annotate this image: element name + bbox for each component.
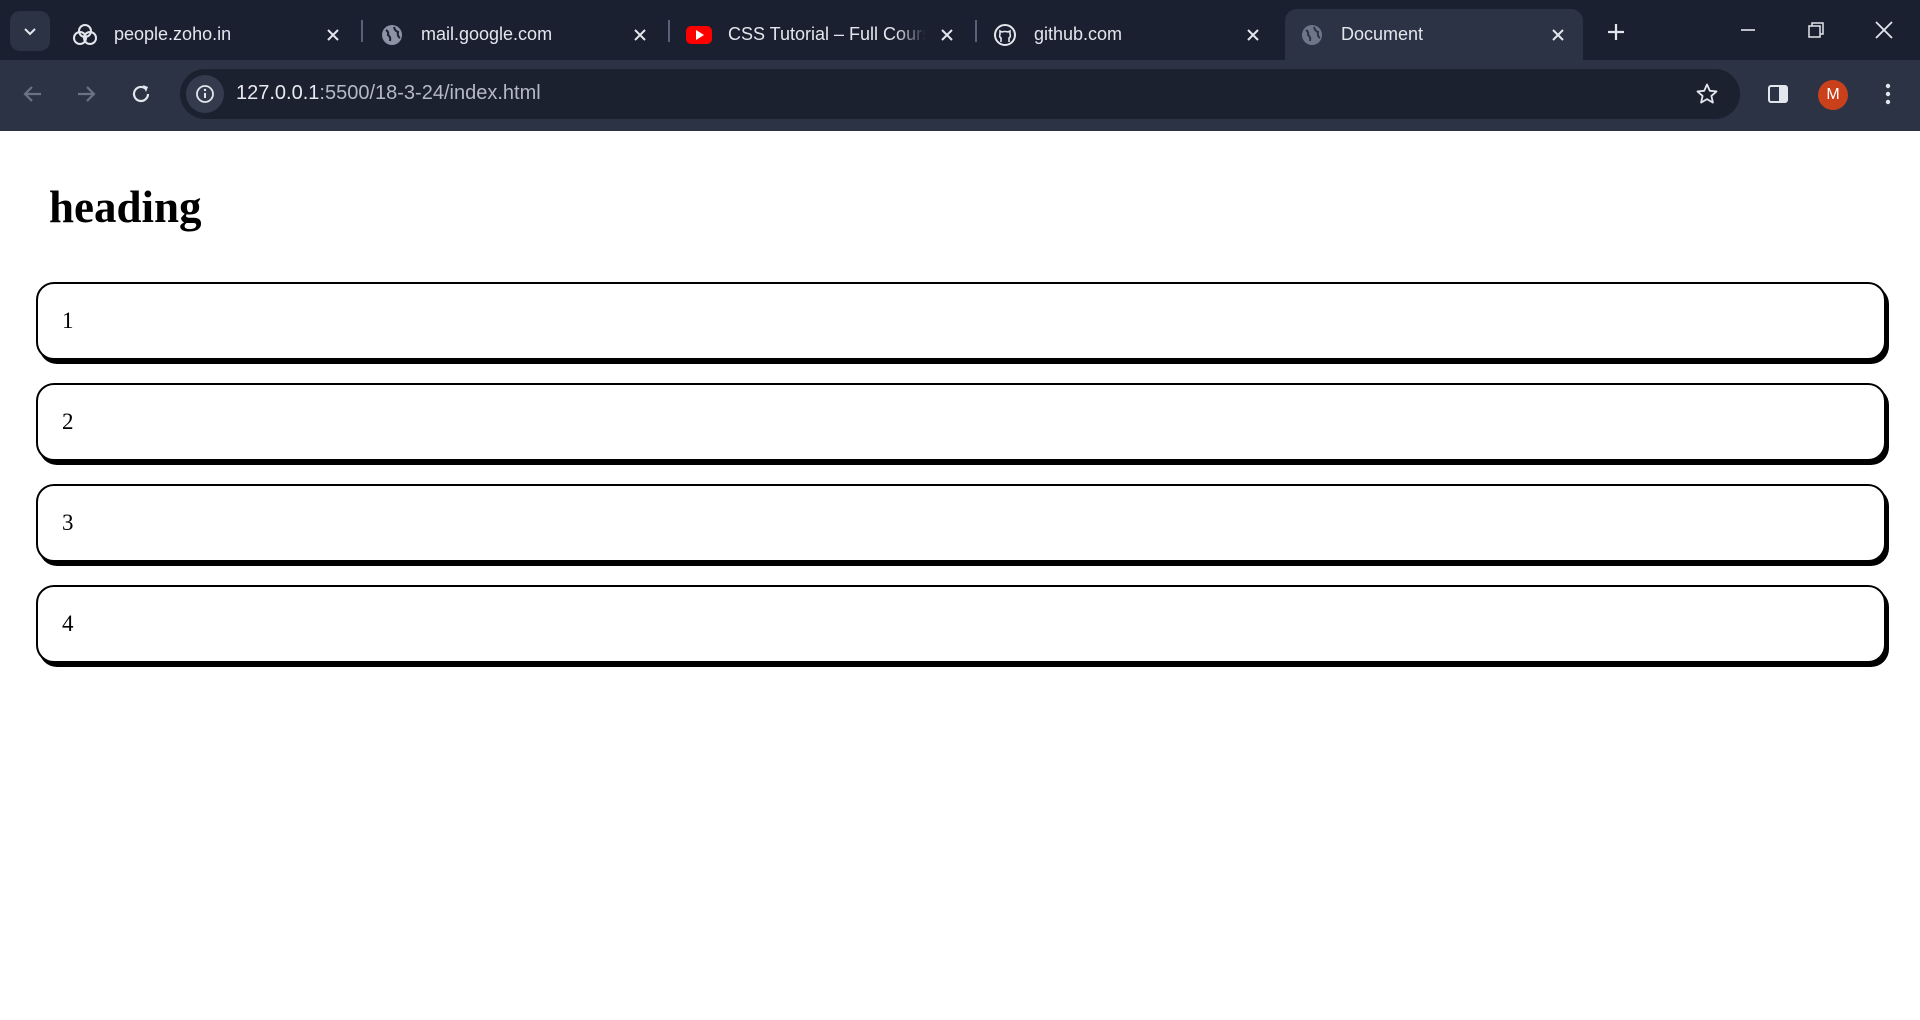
forward-arrow-icon xyxy=(78,86,96,102)
tab-title: people.zoho.in xyxy=(114,24,232,44)
back-button[interactable] xyxy=(13,74,53,114)
reload-icon xyxy=(132,85,150,103)
url-host: 127.0.0.1 xyxy=(236,82,320,104)
site-info-button[interactable] xyxy=(186,75,224,113)
close-icon[interactable] xyxy=(629,24,651,46)
close-icon xyxy=(1875,21,1893,39)
card-label: 1 xyxy=(62,308,74,333)
card-label: 2 xyxy=(62,409,74,434)
card-item: 4 xyxy=(36,585,1886,663)
new-tab-button[interactable] xyxy=(1598,14,1634,50)
minimize-icon xyxy=(1741,29,1755,31)
chevron-down-icon xyxy=(24,28,36,36)
card-label: 4 xyxy=(62,611,74,636)
restore-icon xyxy=(1808,22,1824,38)
star-icon xyxy=(1696,83,1718,104)
youtube-icon xyxy=(686,22,712,48)
close-icon[interactable] xyxy=(1547,24,1569,46)
tab-github[interactable]: github.com xyxy=(978,9,1278,60)
tab-separator xyxy=(361,20,363,42)
restore-button[interactable] xyxy=(1793,10,1839,50)
forward-button[interactable] xyxy=(66,74,106,114)
address-bar[interactable]: 127.0.0.1:5500/18-3-24/index.html xyxy=(180,69,1740,119)
minimize-button[interactable] xyxy=(1725,10,1771,50)
close-window-button[interactable] xyxy=(1861,10,1907,50)
info-icon xyxy=(196,85,214,103)
card-item: 3 xyxy=(36,484,1886,562)
tab-search-button[interactable] xyxy=(10,11,50,51)
github-icon xyxy=(992,22,1018,48)
tab-people-zoho[interactable]: people.zoho.in xyxy=(58,9,358,60)
tab-separator xyxy=(975,20,977,42)
bookmark-button[interactable] xyxy=(1688,75,1726,113)
tab-title: Document xyxy=(1341,24,1424,44)
zoho-icon xyxy=(72,22,98,48)
card-item: 1 xyxy=(36,282,1886,360)
tab-title: mail.google.com xyxy=(421,24,553,44)
plus-icon xyxy=(1608,24,1624,40)
url-text: 127.0.0.1:5500/18-3-24/index.html xyxy=(236,82,541,105)
card-item: 2 xyxy=(36,383,1886,461)
back-arrow-icon xyxy=(23,86,41,102)
tab-separator xyxy=(668,20,670,42)
card-label: 3 xyxy=(62,510,74,535)
page-viewport: heading 1 2 3 4 xyxy=(0,131,1920,1020)
reload-button[interactable] xyxy=(121,74,161,114)
side-panel-button[interactable] xyxy=(1758,74,1798,114)
tab-mail-google[interactable]: mail.google.com xyxy=(365,9,665,60)
close-icon[interactable] xyxy=(322,24,344,46)
tab-document[interactable]: Document xyxy=(1285,9,1583,60)
tab-title: github.com xyxy=(1034,24,1123,44)
url-path: :5500/18-3-24/index.html xyxy=(319,82,541,104)
browser-toolbar: 127.0.0.1:5500/18-3-24/index.html M xyxy=(0,60,1920,131)
close-icon[interactable] xyxy=(1242,24,1264,46)
tab-strip: people.zoho.in mail.google.com CSS Tutor… xyxy=(0,0,1920,60)
tab-css-tutorial[interactable]: CSS Tutorial – Full Course xyxy=(672,9,972,60)
close-icon[interactable] xyxy=(936,24,958,46)
side-panel-icon xyxy=(1768,85,1788,103)
profile-avatar[interactable]: M xyxy=(1818,80,1848,110)
page-heading: heading xyxy=(49,182,202,232)
tab-title: CSS Tutorial – Full Course xyxy=(728,24,926,44)
more-vert-icon xyxy=(1885,83,1891,105)
browser-menu-button[interactable] xyxy=(1868,74,1908,114)
globe-icon xyxy=(379,22,405,48)
globe-icon xyxy=(1299,22,1325,48)
